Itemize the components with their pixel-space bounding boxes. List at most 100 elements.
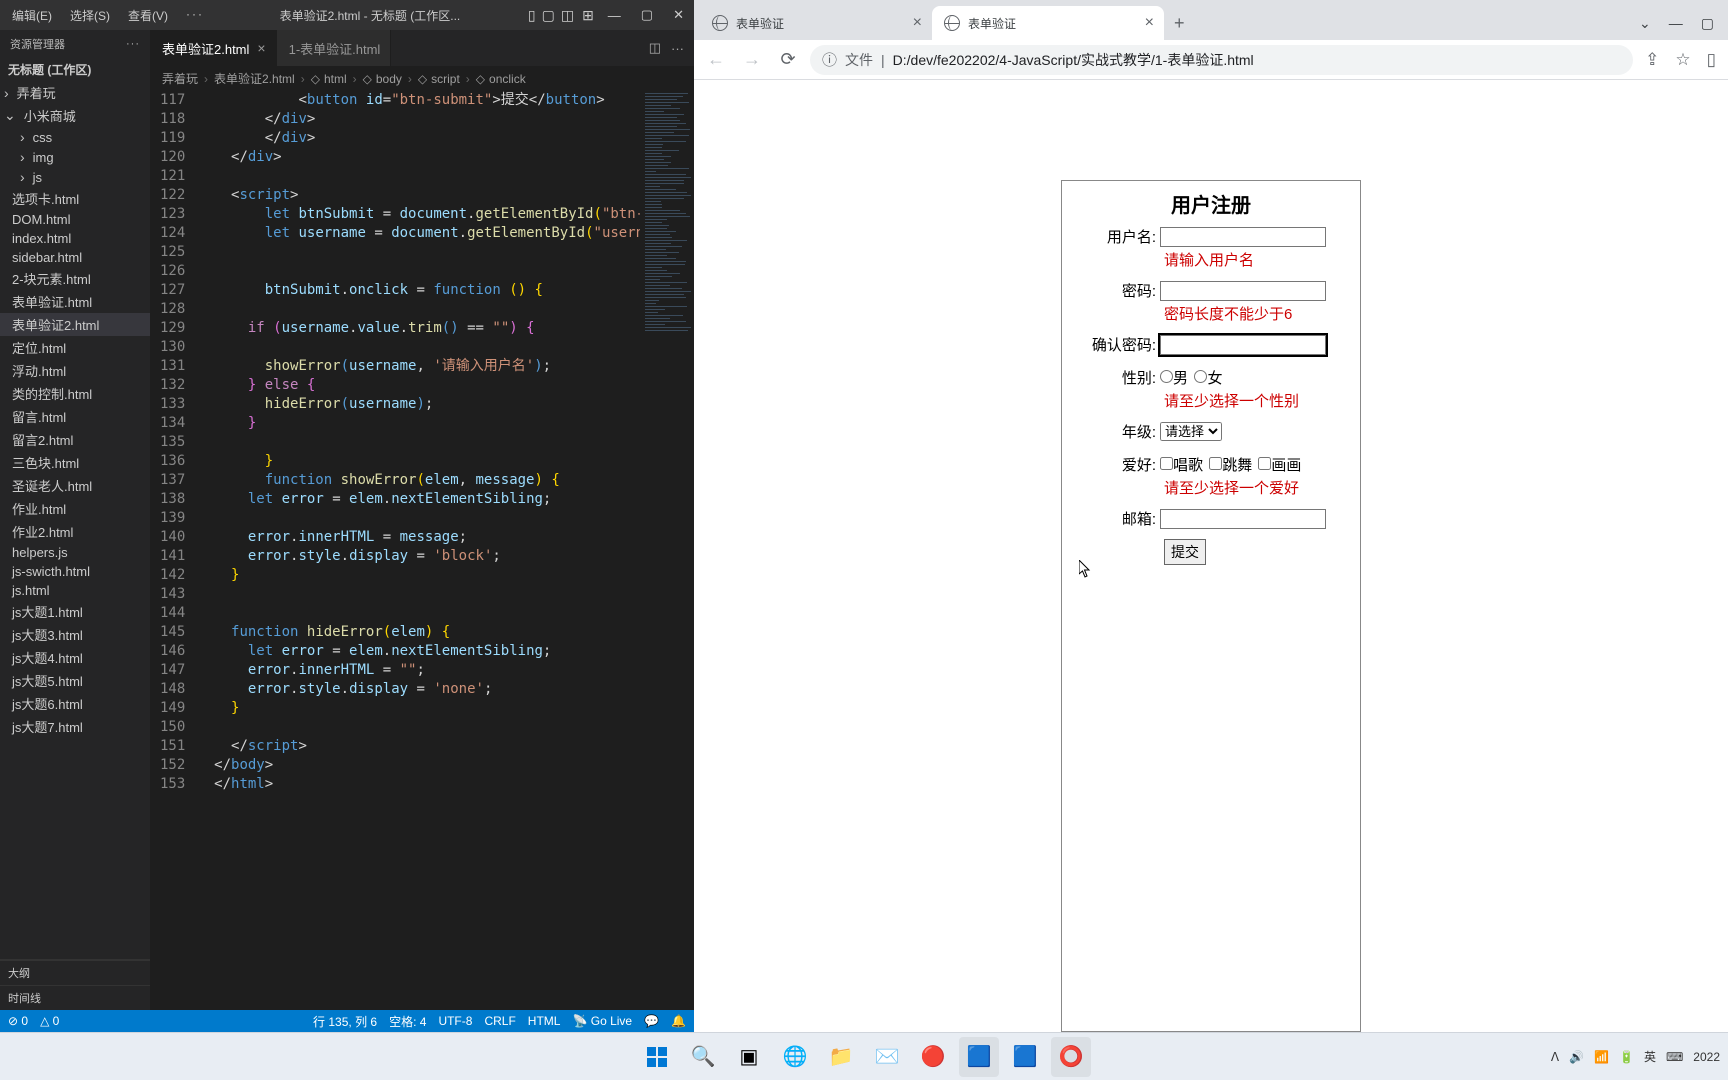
tab-close-icon[interactable]: × (913, 14, 922, 32)
layout-icon-1[interactable]: ▯ (528, 7, 536, 24)
more-actions-icon[interactable]: ··· (671, 41, 684, 56)
folder-root[interactable]: 弄着玩 (0, 81, 150, 104)
ime-input-icon[interactable]: ⌨ (1666, 1050, 1683, 1064)
clock[interactable]: 2022 (1693, 1050, 1720, 1064)
menu-more[interactable]: ··· (178, 3, 212, 28)
chrome-icon[interactable]: ⭕ (1051, 1037, 1091, 1077)
file-item[interactable]: 作业2.html (0, 520, 150, 543)
file-item[interactable]: 浮动.html (0, 359, 150, 382)
gender-male-radio[interactable] (1160, 370, 1173, 383)
crumb-file[interactable]: 表单验证2.html (214, 70, 295, 87)
file-item[interactable]: 定位.html (0, 336, 150, 359)
url-bar[interactable]: ⓘ 文件 | D:/dev/fe202202/4-JavaScript/实战式教… (810, 45, 1633, 75)
file-item[interactable]: 类的控制.html (0, 382, 150, 405)
start-button[interactable] (637, 1037, 677, 1077)
reload-button[interactable]: ⟳ (774, 46, 802, 74)
menu-select[interactable]: 选择(S) (62, 3, 118, 28)
file-item[interactable]: 作业.html (0, 497, 150, 520)
close-button[interactable]: ✕ (667, 7, 690, 23)
tab-file-2[interactable]: 1-表单验证.html (277, 30, 392, 66)
crumb-folder[interactable]: 弄着玩 (162, 70, 198, 87)
explorer-more-icon[interactable]: ··· (126, 38, 140, 50)
vscode-icon[interactable]: 🟦 (959, 1037, 999, 1077)
folder-sub[interactable]: img (0, 147, 150, 167)
cursor-position[interactable]: 行 135, 列 6 (313, 1013, 377, 1030)
warnings-count[interactable]: △ 0 (40, 1014, 59, 1028)
gender-female-radio[interactable] (1194, 370, 1207, 383)
chrome-tab-1[interactable]: 表单验证 × (700, 6, 932, 40)
tray-wifi-icon[interactable]: 📶 (1594, 1050, 1609, 1064)
file-item[interactable]: 表单验证.html (0, 290, 150, 313)
bell-icon[interactable]: 🔔 (671, 1014, 686, 1028)
maximize-button[interactable]: ▢ (635, 7, 659, 23)
submit-button[interactable]: 提交 (1164, 539, 1206, 565)
encoding-info[interactable]: UTF-8 (438, 1014, 472, 1028)
password-input[interactable] (1160, 281, 1326, 301)
file-item[interactable]: 表单验证2.html (0, 313, 150, 336)
file-item[interactable]: 三色块.html (0, 451, 150, 474)
hobby-checkbox[interactable] (1258, 457, 1271, 470)
app-icon[interactable]: 🔴 (913, 1037, 953, 1077)
language-mode[interactable]: HTML (528, 1014, 561, 1028)
crumb-script[interactable]: ◇ script (418, 72, 460, 86)
indent-info[interactable]: 空格: 4 (389, 1013, 426, 1030)
app2-icon[interactable]: 🟦 (1005, 1037, 1045, 1077)
file-item[interactable]: DOM.html (0, 210, 150, 229)
tray-up-icon[interactable]: ᐱ (1551, 1050, 1559, 1064)
errors-count[interactable]: ⊘ 0 (8, 1014, 28, 1028)
email-input[interactable] (1160, 509, 1326, 529)
menu-view[interactable]: 查看(V) (120, 3, 176, 28)
file-item[interactable]: js大题6.html (0, 692, 150, 715)
side-panel-icon[interactable]: ▯ (1703, 46, 1720, 74)
bookmark-icon[interactable]: ☆ (1671, 46, 1694, 74)
hobby-checkbox[interactable] (1160, 457, 1173, 470)
file-item[interactable]: js-swicth.html (0, 562, 150, 581)
tab-file-1[interactable]: 表单验证2.html × (150, 30, 277, 66)
grade-select[interactable]: 请选择 (1160, 422, 1222, 441)
code-editor[interactable]: <button id="btn-submit">提交</button> </di… (197, 91, 640, 1010)
tab-close-icon[interactable]: × (1145, 14, 1154, 32)
username-input[interactable] (1160, 227, 1326, 247)
chrome-minimize-button[interactable]: — (1669, 15, 1683, 32)
eol-info[interactable]: CRLF (484, 1014, 515, 1028)
file-item[interactable]: 选项卡.html (0, 187, 150, 210)
file-item[interactable]: 圣诞老人.html (0, 474, 150, 497)
file-item[interactable]: js大题3.html (0, 623, 150, 646)
explorer-icon[interactable]: 📁 (821, 1037, 861, 1077)
go-live[interactable]: 📡 Go Live (572, 1014, 632, 1028)
file-item[interactable]: js大题4.html (0, 646, 150, 669)
file-item[interactable]: index.html (0, 229, 150, 248)
workspace-name[interactable]: 无标题 (工作区) (0, 58, 150, 81)
taskview-button[interactable]: ▣ (729, 1037, 769, 1077)
search-button[interactable]: 🔍 (683, 1037, 723, 1077)
crumb-html[interactable]: ◇ html (311, 72, 347, 86)
minimize-button[interactable]: — (602, 8, 627, 23)
chrome-maximize-button[interactable]: ▢ (1701, 15, 1714, 32)
layout-custom-icon[interactable]: ⊞ (582, 7, 594, 24)
ime-lang[interactable]: 英 (1644, 1048, 1656, 1065)
folder-sub[interactable]: css (0, 127, 150, 147)
file-item[interactable]: 留言2.html (0, 428, 150, 451)
tray-battery-icon[interactable]: 🔋 (1619, 1050, 1634, 1064)
chrome-dropdown-icon[interactable]: ⌄ (1639, 15, 1651, 32)
crumb-onclick[interactable]: ◇ onclick (476, 72, 526, 86)
site-info-icon[interactable]: ⓘ (822, 49, 837, 70)
file-item[interactable]: helpers.js (0, 543, 150, 562)
feedback-icon[interactable]: 💬 (644, 1014, 659, 1028)
minimap[interactable] (640, 91, 694, 1010)
menu-edit[interactable]: 编辑(E) (4, 3, 60, 28)
crumb-body[interactable]: ◇ body (363, 72, 402, 86)
chrome-tab-2[interactable]: 表单验证 × (932, 6, 1164, 40)
layout-icon-3[interactable]: ◫ (561, 7, 574, 24)
split-editor-icon[interactable]: ◫ (649, 40, 661, 56)
share-icon[interactable]: ⇪ (1641, 46, 1663, 74)
file-item[interactable]: sidebar.html (0, 248, 150, 267)
folder-sub[interactable]: js (0, 167, 150, 187)
forward-button[interactable]: → (738, 46, 766, 74)
layout-icon-2[interactable]: ▢ (542, 7, 555, 24)
tray-volume-icon[interactable]: 🔊 (1569, 1050, 1584, 1064)
mail-icon[interactable]: ✉️ (867, 1037, 907, 1077)
edge-icon[interactable]: 🌐 (775, 1037, 815, 1077)
timeline-section[interactable]: 时间线 (0, 985, 150, 1010)
new-tab-button[interactable]: + (1164, 7, 1195, 40)
